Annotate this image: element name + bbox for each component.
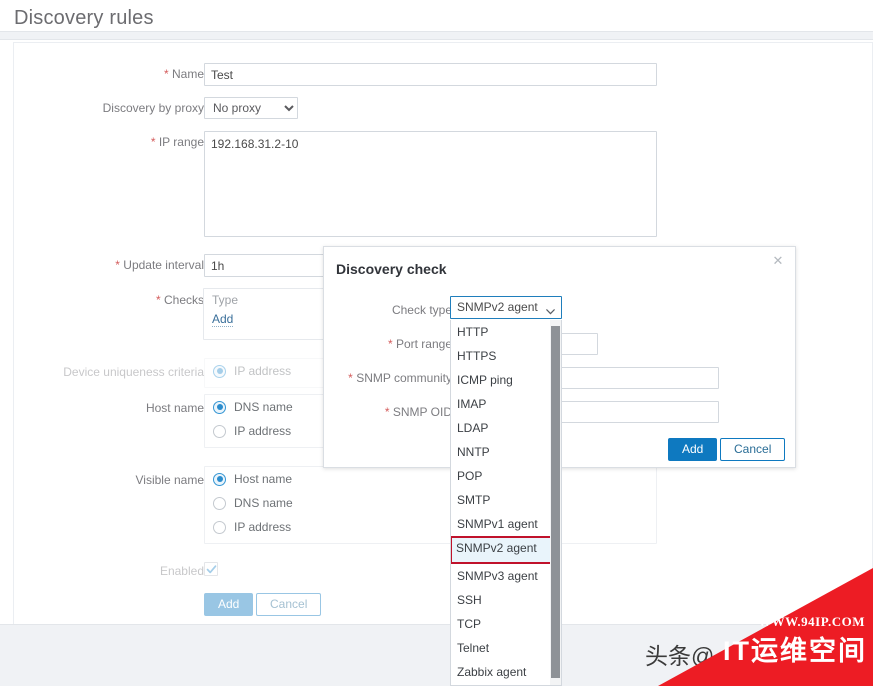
dropdown-option[interactable]: NNTP	[451, 440, 561, 464]
modal-add-button[interactable]: Add	[668, 438, 718, 461]
form-cancel-button[interactable]: Cancel	[256, 593, 322, 616]
dropdown-option[interactable]: LDAP	[451, 416, 561, 440]
dropdown-option[interactable]: SSH	[451, 588, 561, 612]
check-type-value: SNMPv2 agent	[457, 300, 538, 314]
dropdown-option[interactable]: POP	[451, 464, 561, 488]
required-marker: *	[163, 67, 169, 81]
dropdown-option[interactable]: SMTP	[451, 488, 561, 512]
label-device-uniqueness-criteria: Device uniqueness criteria	[63, 365, 204, 379]
modal-label-port-range: * Port range	[387, 337, 452, 351]
label-discovery-by-proxy: Discovery by proxy	[102, 101, 204, 115]
label-enabled: Enabled	[159, 564, 204, 578]
checks-type-header: Type	[212, 293, 239, 307]
required-marker: *	[348, 371, 353, 385]
dropdown-option[interactable]: TCP	[451, 612, 561, 636]
form-add-button[interactable]: Add	[204, 593, 254, 616]
label-host-name: Host name	[145, 401, 204, 415]
modal-title: Discovery check	[336, 261, 447, 277]
required-marker: *	[384, 405, 390, 419]
modal-cancel-button[interactable]: Cancel	[720, 438, 786, 461]
dropdown-option[interactable]: SNMPv1 agent	[451, 512, 561, 536]
dropdown-option[interactable]: ICMP ping	[451, 368, 561, 392]
page-title: Discovery rules	[14, 7, 154, 29]
dropdown-option[interactable]: HTTP	[451, 320, 561, 344]
label-name: * Name	[163, 67, 204, 81]
ip-range-textarea[interactable]: 192.168.31.2-10	[204, 131, 657, 237]
name-input[interactable]	[204, 63, 657, 86]
radio-option-dns-name[interactable]: DNS name	[205, 491, 656, 515]
check-icon	[206, 565, 217, 574]
label-checks: * Checks	[155, 293, 204, 307]
close-icon[interactable]: ✕	[770, 253, 786, 269]
radio-dot-icon	[213, 400, 226, 414]
radio-option-ip-address[interactable]: IP address	[205, 515, 656, 539]
watermark-url: WWW.94IP.COM	[758, 614, 865, 629]
dropdown-option[interactable]: HTTPS	[451, 344, 561, 368]
visible-name-radio-group: Host name DNS name IP address	[204, 466, 657, 544]
modal-label-check-type: Check type	[391, 303, 452, 317]
checks-add-link[interactable]: Add	[212, 312, 234, 327]
dropdown-option[interactable]: Zabbix agent	[451, 660, 561, 684]
dropdown-option[interactable]: Telnet	[451, 636, 561, 660]
dropdown-option[interactable]: SNMPv3 agent	[451, 564, 561, 588]
modal-label-snmp-community: * SNMP community	[348, 371, 452, 385]
radio-option-host-name[interactable]: Host name	[205, 467, 656, 491]
enabled-checkbox[interactable]	[204, 562, 218, 576]
dropdown-options-container: HTTP HTTPS ICMP ping IMAP LDAP NNTP POP SMTP SNM…	[451, 320, 561, 684]
dropdown-scrollbar-thumb[interactable]	[551, 326, 560, 678]
radio-dot-icon	[213, 472, 226, 486]
check-type-select[interactable]: SNMPv2 agent	[450, 296, 562, 319]
watermark-overlay-text: 头条@	[645, 643, 715, 669]
watermark-brand: IT运维空间	[723, 636, 867, 666]
radio-dot-icon	[213, 424, 226, 438]
required-marker: *	[387, 337, 393, 351]
required-marker: *	[115, 258, 120, 272]
label-ip-range: * IP range	[150, 135, 204, 149]
required-marker: *	[150, 135, 156, 149]
modal-label-snmp-oid: * SNMP OID	[384, 405, 452, 419]
check-type-dropdown-list[interactable]: HTTP HTTPS ICMP ping IMAP LDAP NNTP POP SMTP SNM…	[450, 320, 562, 686]
header-separator-band	[0, 31, 873, 40]
discovery-by-proxy-select[interactable]: No proxy	[204, 97, 298, 119]
label-update-interval: * Update interval	[115, 258, 204, 272]
radio-dot-icon	[213, 364, 226, 378]
dropdown-option[interactable]: IMAP	[451, 392, 561, 416]
dropdown-option[interactable]: SNMPv2 agent	[451, 536, 561, 564]
radio-dot-icon	[213, 520, 226, 534]
chevron-down-icon	[546, 304, 555, 318]
required-marker: *	[155, 293, 161, 307]
radio-dot-icon	[213, 496, 226, 510]
label-visible-name: Visible name	[135, 473, 204, 487]
